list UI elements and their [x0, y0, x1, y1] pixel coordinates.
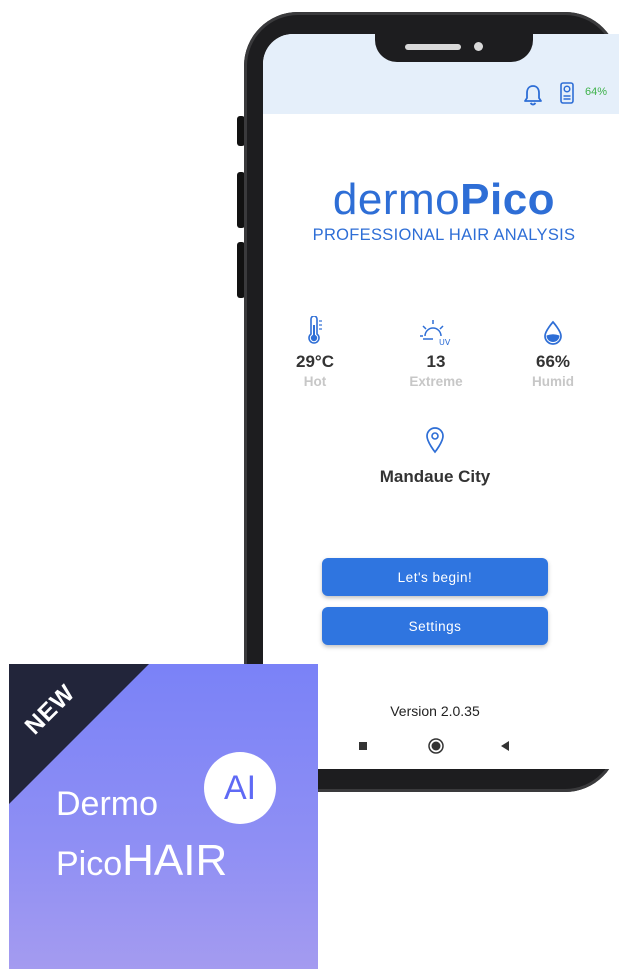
- device-icon[interactable]: [560, 82, 574, 104]
- new-ribbon: [9, 664, 149, 804]
- temperature-stat: 29°C Hot: [275, 316, 355, 389]
- location-pin-icon: [426, 427, 444, 454]
- app-screen: 64% dermoPico PROFESSIONAL HAIR ANALYSIS…: [263, 34, 619, 769]
- logo-pico: Pico: [460, 175, 556, 224]
- svg-text:UV: UV: [439, 338, 451, 346]
- phone-notch: [375, 24, 533, 62]
- humidity-label: Humid: [532, 374, 574, 389]
- recent-apps-icon[interactable]: [358, 741, 368, 751]
- version-text: Version 2.0.35: [390, 703, 480, 719]
- lets-begin-button[interactable]: Let's begin!: [322, 558, 548, 596]
- back-icon[interactable]: [499, 740, 511, 752]
- badge-hair: HAIR: [122, 836, 228, 885]
- battery-level: 64%: [585, 86, 608, 98]
- uv-label: Extreme: [409, 374, 463, 389]
- bell-icon[interactable]: [523, 84, 543, 106]
- thermometer-icon: [308, 316, 322, 344]
- humidity-value: 66%: [535, 352, 571, 371]
- badge-dermo-text: Dermo: [56, 785, 159, 823]
- app-logo: dermoPico PROFESSIONAL HAIR ANALYSIS: [299, 176, 589, 245]
- new-ai-badge: NEW Dermo AI PicoHAIR: [9, 664, 318, 969]
- location-city: Mandaue City: [379, 467, 491, 486]
- uv-value: 13: [426, 352, 446, 371]
- ai-circle: AI: [204, 752, 276, 824]
- phone-speaker: [405, 44, 461, 50]
- home-icon[interactable]: [427, 737, 445, 755]
- badge-pico-hair-text: PicoHAIR: [56, 836, 227, 886]
- uv-stat: UV 13 Extreme: [396, 318, 476, 389]
- logo-dermo: dermo: [332, 175, 461, 224]
- humidity-stat: 66% Humid: [513, 318, 593, 389]
- logo-subtitle: PROFESSIONAL HAIR ANALYSIS: [312, 226, 576, 244]
- uv-sun-icon: UV: [420, 320, 451, 346]
- badge-pico: Pico: [56, 845, 123, 883]
- logo-wordmark: dermoPico: [299, 176, 589, 224]
- temperature-label: Hot: [303, 374, 327, 389]
- location-section: Mandaue City: [340, 426, 530, 487]
- water-drop-icon: [544, 320, 562, 345]
- temperature-value: 29°C: [296, 352, 334, 371]
- settings-button[interactable]: Settings: [322, 607, 548, 645]
- phone-camera: [474, 42, 483, 51]
